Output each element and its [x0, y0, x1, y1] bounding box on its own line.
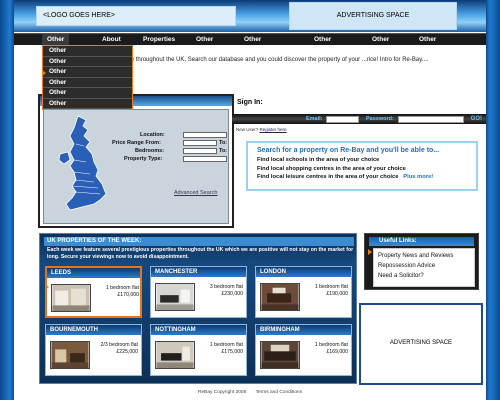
header: <LOGO GOES HERE> ADVERTISING SPACE: [14, 0, 486, 32]
dropdown-item[interactable]: Other: [43, 46, 132, 57]
property-price: £225,000: [116, 348, 138, 355]
useful-link-solicitor[interactable]: Need a Solicitor?: [378, 271, 470, 281]
property-photo[interactable]: [51, 284, 91, 312]
useful-link-property-news[interactable]: Property News and Reviews: [378, 251, 470, 261]
properties-title: UK PROPERTIES OF THE WEEK:: [44, 237, 354, 246]
property-photo[interactable]: [155, 341, 195, 369]
uk-map-icon[interactable]: [56, 114, 111, 214]
price-from-select[interactable]: [183, 140, 217, 146]
side-advertising-space[interactable]: ADVERTISING SPACE: [359, 303, 483, 385]
dropdown-item[interactable]: Other: [43, 78, 132, 88]
nav-dropdown-menu: Other Other Other Other Other Other: [42, 45, 133, 110]
property-city: BIRMINGHAM: [256, 325, 351, 335]
nav-item-other-4[interactable]: Other: [372, 34, 389, 46]
property-desc: 2/3 bedroom flat: [100, 342, 139, 348]
arrow-right-icon: [45, 284, 49, 290]
signin-title: Sign In:: [237, 99, 263, 106]
property-photo[interactable]: [260, 341, 300, 369]
promo-line: Find local schools in the area of your c…: [257, 157, 380, 163]
useful-links-title: Useful Links:: [369, 237, 474, 246]
dropdown-item-label: Other: [49, 68, 67, 75]
password-input[interactable]: [398, 115, 464, 123]
arrow-right-icon: [42, 69, 46, 76]
property-city: NOTTINGHAM: [151, 325, 246, 335]
signin-bar: Email: Password: GO!: [232, 114, 486, 124]
property-city: BOURNEMOUTH: [46, 325, 141, 335]
property-card-bournemouth[interactable]: BOURNEMOUTH 2/3 bedroom flat £225,000: [45, 324, 142, 376]
properties-of-week: UK PROPERTIES OF THE WEEK: Each week we …: [39, 233, 357, 384]
email-input[interactable]: [326, 115, 359, 123]
search-form: Location: Price Range From: To: Bedrooms…: [43, 109, 229, 224]
property-details: 1 bedroom flat £169,000: [304, 342, 348, 355]
property-details: 1 bedroom flat £170,000: [95, 285, 139, 298]
register-link[interactable]: Register here: [260, 127, 287, 132]
location-label: Location:: [140, 132, 165, 138]
property-card-london[interactable]: LONDON 1 bedroom flat £190,000: [255, 266, 352, 318]
price-to-label: To:: [219, 140, 228, 146]
property-photo[interactable]: [260, 283, 300, 311]
useful-links-list: Property News and Reviews Repossession A…: [373, 248, 475, 287]
property-city: LONDON: [256, 267, 351, 277]
property-type-select[interactable]: [183, 156, 227, 162]
property-details: 3 bedroom flat £230,000: [199, 284, 243, 297]
property-card-birmingham[interactable]: BIRMINGHAM 1 bedroom flat £169,000: [255, 324, 352, 376]
property-price: £190,000: [326, 290, 348, 297]
promo-line: Find local shopping centres in the area …: [257, 165, 406, 172]
nav-item-other-5[interactable]: Other: [419, 34, 436, 46]
new-user-text: New User?: [236, 127, 259, 132]
bedrooms-to-label: To:: [219, 148, 228, 154]
dropdown-item[interactable]: Other: [43, 57, 132, 67]
dropdown-item[interactable]: Other: [43, 88, 132, 99]
promo-box: Search for a property on Re-Bay and you'…: [246, 141, 478, 191]
dropdown-item-selected[interactable]: Other: [42, 67, 132, 78]
property-card-manchester[interactable]: MANCHESTER 3 bedroom flat £230,000: [150, 266, 247, 318]
nav-item-other-3[interactable]: Other: [314, 34, 331, 46]
dropdown-item[interactable]: Other: [43, 99, 132, 109]
page: <LOGO GOES HERE> ADVERTISING SPACE Other…: [14, 0, 486, 400]
footer-terms-link[interactable]: Terms and Conditions: [256, 390, 302, 395]
price-from-label: Price Range From:: [112, 140, 161, 146]
password-label: Password:: [366, 116, 394, 122]
promo-line-last: Find local leisure centres in the area o…: [257, 173, 467, 182]
nav-item-properties[interactable]: Properties: [143, 34, 175, 46]
property-details: 1 bedroom flat £175,000: [199, 342, 243, 355]
properties-description: Each week we feature several prestigious…: [47, 247, 354, 260]
plus-more-link[interactable]: Plus more!: [403, 174, 433, 180]
property-photo[interactable]: [155, 283, 195, 311]
promo-line-text: Find local leisure centres in the area o…: [257, 174, 399, 180]
property-price: £230,000: [221, 290, 243, 297]
property-city: MANCHESTER: [151, 267, 246, 277]
property-search-panel: Location: Price Range From: To: Bedrooms…: [38, 94, 234, 228]
nav-item-other-1[interactable]: Other: [196, 34, 213, 46]
property-price: £175,000: [221, 348, 243, 355]
bedrooms-from-select[interactable]: [183, 148, 217, 154]
property-price: £170,000: [117, 291, 139, 298]
bedrooms-label: Bedrooms:: [135, 148, 165, 154]
useful-links-panel: Useful Links: Property News and Reviews …: [364, 233, 479, 290]
main-nav: Other About Properties Other Other Other…: [14, 33, 486, 46]
top-advertising-space[interactable]: ADVERTISING SPACE: [289, 2, 457, 30]
email-label: Email:: [306, 116, 323, 122]
footer: ReBay Copyright 2008 Terms and Condition…: [14, 390, 486, 395]
property-details: 2/3 bedroom flat £225,000: [94, 342, 139, 355]
arrow-right-icon: [368, 249, 372, 255]
property-city: LEEDS: [47, 268, 140, 278]
footer-copyright: ReBay Copyright 2008: [197, 390, 247, 395]
property-type-label: Property Type:: [124, 156, 163, 162]
new-user-row: New User? Register here: [236, 127, 287, 132]
advanced-search-link[interactable]: Advanced Search: [174, 190, 217, 196]
property-details: 1 bedroom flat £190,000: [304, 284, 348, 297]
logo-placeholder[interactable]: <LOGO GOES HERE>: [36, 6, 236, 26]
signin-go-button[interactable]: GO!: [471, 115, 482, 123]
property-card-leeds[interactable]: LEEDS 1 bedroom flat £170,000: [45, 266, 142, 318]
property-price: £169,000: [326, 348, 348, 355]
location-input[interactable]: [183, 132, 227, 138]
property-card-nottingham[interactable]: NOTTINGHAM 1 bedroom flat £175,000: [150, 324, 247, 376]
promo-title: Search for a property on Re-Bay and you'…: [257, 147, 440, 154]
nav-item-other-2[interactable]: Other: [244, 34, 261, 46]
useful-link-repossession-advice[interactable]: Repossession Advice: [378, 261, 470, 271]
property-photo[interactable]: [50, 341, 90, 369]
